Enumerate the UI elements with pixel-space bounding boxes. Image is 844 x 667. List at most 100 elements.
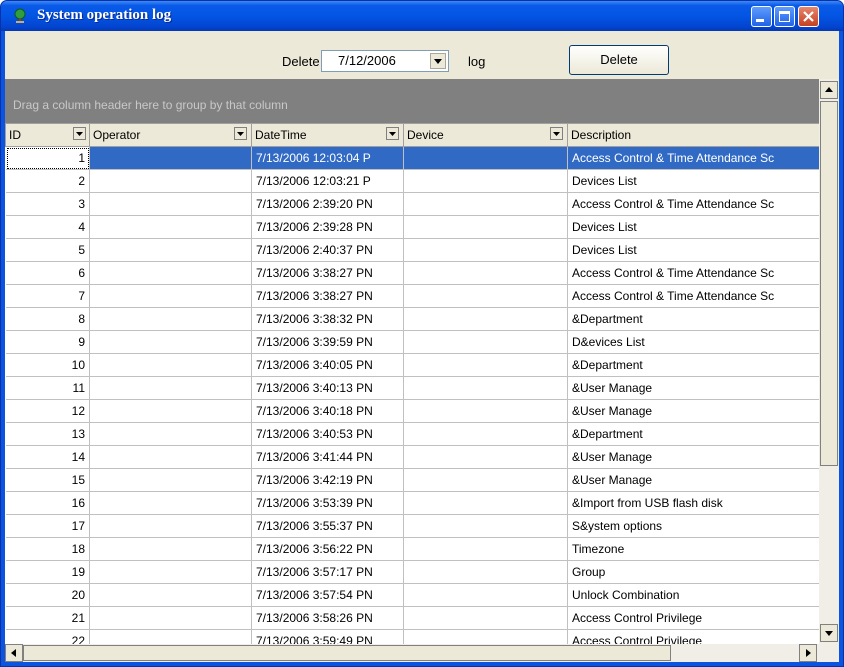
table-cell-operator[interactable] xyxy=(89,422,252,446)
table-cell-operator[interactable] xyxy=(89,169,252,193)
column-header-datetime[interactable]: DateTime xyxy=(251,123,404,147)
table-cell-operator[interactable] xyxy=(89,468,252,492)
table-cell-description[interactable]: &User Manage xyxy=(567,376,826,400)
table-cell-operator[interactable] xyxy=(89,514,252,538)
table-row[interactable]: 11 7/13/2006 3:40:13 PN &User Manage xyxy=(5,376,826,400)
table-cell-id[interactable]: 14 xyxy=(5,445,90,469)
table-cell-operator[interactable] xyxy=(89,537,252,561)
scroll-down-button[interactable] xyxy=(820,624,838,642)
table-cell-device[interactable] xyxy=(403,215,568,239)
table-cell-device[interactable] xyxy=(403,376,568,400)
column-filter-button[interactable] xyxy=(234,127,247,140)
table-cell-device[interactable] xyxy=(403,468,568,492)
table-cell-device[interactable] xyxy=(403,445,568,469)
table-cell-device[interactable] xyxy=(403,192,568,216)
column-header-device[interactable]: Device xyxy=(403,123,568,147)
table-cell-device[interactable] xyxy=(403,330,568,354)
column-filter-button[interactable] xyxy=(386,127,399,140)
table-cell-description[interactable]: Devices List xyxy=(567,238,826,262)
column-filter-button[interactable] xyxy=(550,127,563,140)
table-cell-device[interactable] xyxy=(403,284,568,308)
table-cell-device[interactable] xyxy=(403,146,568,170)
table-cell-datetime[interactable]: 7/13/2006 3:40:18 PN xyxy=(251,399,404,423)
table-cell-id[interactable]: 18 xyxy=(5,537,90,561)
date-picker[interactable]: 7/12/2006 xyxy=(321,50,449,72)
table-cell-id[interactable]: 16 xyxy=(5,491,90,515)
table-cell-description[interactable]: &User Manage xyxy=(567,468,826,492)
table-row[interactable]: 15 7/13/2006 3:42:19 PN &User Manage xyxy=(5,468,826,492)
table-row[interactable]: 8 7/13/2006 3:38:32 PN &Department xyxy=(5,307,826,331)
table-row[interactable]: 21 7/13/2006 3:58:26 PN Access Control Pri… xyxy=(5,606,826,630)
table-cell-device[interactable] xyxy=(403,606,568,630)
table-cell-datetime[interactable]: 7/13/2006 3:40:13 PN xyxy=(251,376,404,400)
table-cell-device[interactable] xyxy=(403,583,568,607)
scroll-right-button[interactable] xyxy=(799,644,817,662)
table-cell-operator[interactable] xyxy=(89,215,252,239)
table-cell-operator[interactable] xyxy=(89,192,252,216)
table-cell-id[interactable]: 1 xyxy=(5,146,90,170)
table-cell-description[interactable]: Access Control & Time Attendance Sc xyxy=(567,146,826,170)
vertical-scrollbar[interactable] xyxy=(819,79,839,644)
table-cell-device[interactable] xyxy=(403,560,568,584)
table-cell-id[interactable]: 17 xyxy=(5,514,90,538)
table-cell-id[interactable]: 6 xyxy=(5,261,90,285)
table-row[interactable]: 7 7/13/2006 3:38:27 PN Access Control & Ti… xyxy=(5,284,826,308)
table-cell-operator[interactable] xyxy=(89,261,252,285)
table-cell-datetime[interactable]: 7/13/2006 3:53:39 PN xyxy=(251,491,404,515)
table-cell-description[interactable]: Group xyxy=(567,560,826,584)
table-cell-description[interactable]: &Import from USB flash disk xyxy=(567,491,826,515)
table-cell-device[interactable] xyxy=(403,261,568,285)
table-cell-device[interactable] xyxy=(403,238,568,262)
table-row[interactable]: 12 7/13/2006 3:40:18 PN &User Manage xyxy=(5,399,826,423)
table-row[interactable]: 5 7/13/2006 2:40:37 PN Devices List xyxy=(5,238,826,262)
table-cell-id[interactable]: 21 xyxy=(5,606,90,630)
table-cell-datetime[interactable]: 7/13/2006 2:39:28 PN xyxy=(251,215,404,239)
column-filter-button[interactable] xyxy=(73,127,86,140)
table-cell-datetime[interactable]: 7/13/2006 3:58:26 PN xyxy=(251,606,404,630)
table-cell-operator[interactable] xyxy=(89,284,252,308)
group-by-panel[interactable]: Drag a column header here to group by th… xyxy=(5,79,819,123)
table-cell-device[interactable] xyxy=(403,422,568,446)
table-cell-operator[interactable] xyxy=(89,307,252,331)
table-cell-description[interactable]: Timezone xyxy=(567,537,826,561)
table-cell-description[interactable]: Access Control & Time Attendance Sc xyxy=(567,192,826,216)
table-row[interactable]: 17 7/13/2006 3:55:37 PN S&ystem options xyxy=(5,514,826,538)
table-cell-datetime[interactable]: 7/13/2006 3:57:17 PN xyxy=(251,560,404,584)
horizontal-scrollbar[interactable] xyxy=(5,644,839,662)
table-cell-description[interactable]: D&evices List xyxy=(567,330,826,354)
date-dropdown-button[interactable] xyxy=(430,53,446,69)
table-cell-device[interactable] xyxy=(403,399,568,423)
table-cell-operator[interactable] xyxy=(89,238,252,262)
table-cell-id[interactable]: 13 xyxy=(5,422,90,446)
table-cell-datetime[interactable]: 7/13/2006 3:40:53 PN xyxy=(251,422,404,446)
table-cell-operator[interactable] xyxy=(89,491,252,515)
maximize-button[interactable] xyxy=(774,6,795,27)
table-cell-datetime[interactable]: 7/13/2006 12:03:04 P xyxy=(251,146,404,170)
table-cell-description[interactable]: &Department xyxy=(567,353,826,377)
table-cell-id[interactable]: 4 xyxy=(5,215,90,239)
table-cell-description[interactable]: Devices List xyxy=(567,215,826,239)
table-cell-description[interactable]: &User Manage xyxy=(567,445,826,469)
table-cell-datetime[interactable]: 7/13/2006 3:57:54 PN xyxy=(251,583,404,607)
table-cell-datetime[interactable]: 7/13/2006 3:55:37 PN xyxy=(251,514,404,538)
table-cell-id[interactable]: 11 xyxy=(5,376,90,400)
table-cell-datetime[interactable]: 7/13/2006 3:38:27 PN xyxy=(251,284,404,308)
column-header-id[interactable]: ID xyxy=(5,123,90,147)
table-cell-id[interactable]: 12 xyxy=(5,399,90,423)
table-row[interactable]: 20 7/13/2006 3:57:54 PN Unlock Combination xyxy=(5,583,826,607)
table-cell-operator[interactable] xyxy=(89,376,252,400)
table-cell-operator[interactable] xyxy=(89,606,252,630)
table-cell-id[interactable]: 19 xyxy=(5,560,90,584)
horizontal-scroll-thumb[interactable] xyxy=(23,645,671,661)
table-cell-description[interactable]: Access Control & Time Attendance Sc xyxy=(567,261,826,285)
table-row[interactable]: 19 7/13/2006 3:57:17 PN Group xyxy=(5,560,826,584)
table-cell-description[interactable]: &User Manage xyxy=(567,399,826,423)
table-cell-id[interactable]: 3 xyxy=(5,192,90,216)
table-cell-datetime[interactable]: 7/13/2006 3:42:19 PN xyxy=(251,468,404,492)
table-row[interactable]: 6 7/13/2006 3:38:27 PN Access Control & Ti… xyxy=(5,261,826,285)
table-cell-operator[interactable] xyxy=(89,583,252,607)
table-row[interactable]: 18 7/13/2006 3:56:22 PN Timezone xyxy=(5,537,826,561)
table-cell-datetime[interactable]: 7/13/2006 3:38:32 PN xyxy=(251,307,404,331)
table-cell-datetime[interactable]: 7/13/2006 3:38:27 PN xyxy=(251,261,404,285)
table-row[interactable]: 13 7/13/2006 3:40:53 PN &Department xyxy=(5,422,826,446)
